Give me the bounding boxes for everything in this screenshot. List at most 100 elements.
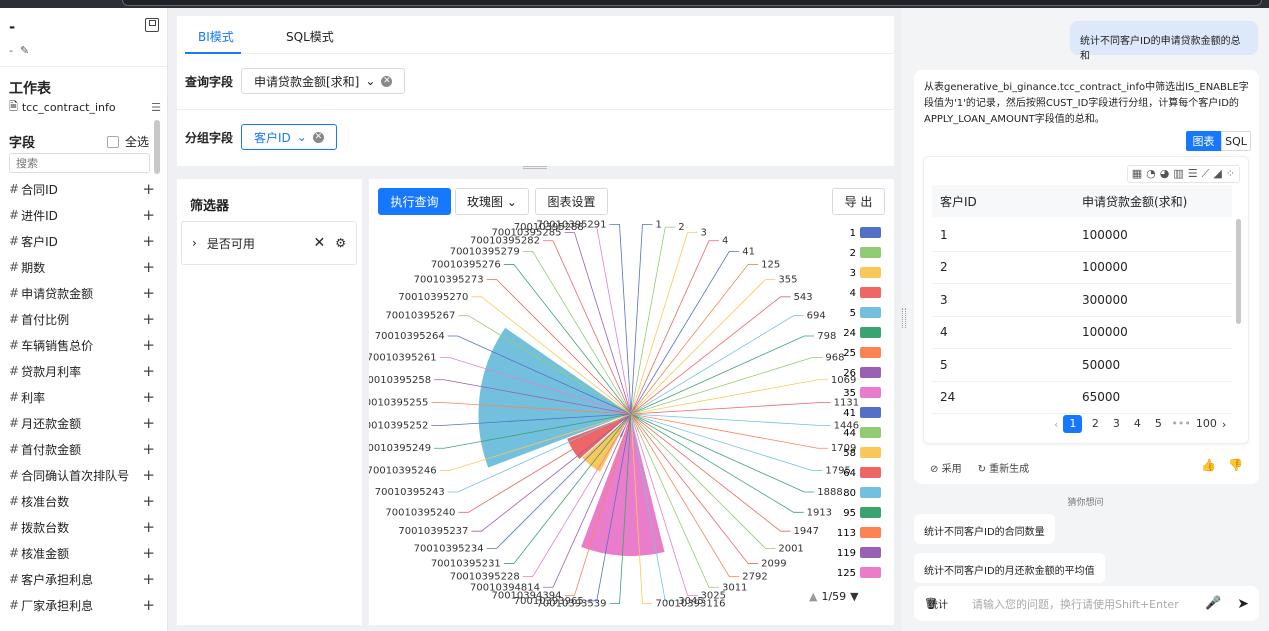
regenerate-button[interactable]: ↻ 重新生成 [978, 460, 1030, 475]
page-1[interactable]: 1 [1063, 415, 1083, 433]
legend-label[interactable]: 2 [850, 248, 856, 259]
next-page-icon[interactable]: › [1222, 418, 1226, 431]
suggestion-1[interactable]: 统计不同客户ID的合同数量 [914, 514, 1055, 544]
add-field-icon[interactable]: + [142, 258, 155, 276]
chat-input[interactable]: 请输入您的问题，换行请使用Shift+Enter [972, 596, 1179, 612]
field-search-input[interactable] [9, 153, 150, 173]
close-icon[interactable]: ✕ [314, 235, 326, 251]
field-item[interactable]: # 首付款金额 + [9, 436, 155, 462]
legend-label[interactable]: 44 [843, 428, 856, 439]
legend-swatch[interactable] [860, 367, 881, 378]
send-icon[interactable]: ➤ [1237, 596, 1249, 612]
add-field-icon[interactable]: + [142, 544, 155, 562]
legend-label[interactable]: 3 [850, 268, 856, 279]
legend-label[interactable]: 125 [837, 568, 856, 579]
table-scrollbar[interactable] [1236, 219, 1241, 324]
export-button[interactable]: 导 出 [832, 188, 885, 215]
page-5[interactable]: 5 [1150, 415, 1166, 433]
legend-swatch[interactable] [860, 387, 881, 398]
add-field-icon[interactable]: + [142, 492, 155, 510]
suggestion-2[interactable]: 统计不同客户ID的月还款金额的平均值 [914, 553, 1105, 583]
add-field-icon[interactable]: + [142, 180, 155, 198]
legend-label[interactable]: 24 [843, 328, 856, 339]
legend-label[interactable]: 5 [850, 308, 856, 319]
legend-swatch[interactable] [860, 427, 881, 438]
legend-swatch[interactable] [860, 287, 881, 298]
field-item[interactable]: # 利率 + [9, 384, 155, 410]
thumbs-down-icon[interactable]: 👎 [1228, 458, 1243, 472]
legend-label[interactable]: 26 [843, 368, 856, 379]
legend-label[interactable]: 25 [843, 348, 856, 359]
field-item[interactable]: # 首付比例 + [9, 306, 155, 332]
field-item[interactable]: # 客户ID + [9, 228, 155, 254]
page-2[interactable]: 2 [1087, 415, 1103, 433]
legend-swatch[interactable] [860, 307, 881, 318]
bar-icon[interactable]: ▥ [1173, 167, 1183, 181]
list-icon[interactable]: ☰ [151, 101, 161, 114]
view-sql-toggle[interactable]: SQL [1221, 131, 1251, 151]
add-field-icon[interactable]: + [142, 570, 155, 588]
add-field-icon[interactable]: + [142, 310, 155, 328]
add-field-icon[interactable]: + [142, 596, 155, 614]
add-field-icon[interactable]: + [142, 440, 155, 458]
field-item[interactable]: # 期数 + [9, 254, 155, 280]
donut-icon[interactable]: ◕ [1160, 167, 1170, 181]
legend-swatch[interactable] [860, 507, 881, 518]
field-item[interactable]: # 客户承担利息 + [9, 566, 155, 592]
edit-icon[interactable]: ✎ [16, 44, 29, 57]
field-item[interactable]: # 核准金额 + [9, 540, 155, 566]
legend-swatch[interactable] [860, 227, 881, 238]
chart-type-select[interactable]: 玫瑰图 ⌄ [455, 188, 529, 215]
area-icon[interactable]: ◢ [1213, 167, 1221, 181]
legend-swatch[interactable] [860, 567, 881, 578]
query-field-chip[interactable]: 申请贷款金额[求和] ⌄ ✕ [241, 68, 406, 94]
page-last[interactable]: 100 [1196, 415, 1217, 433]
add-field-icon[interactable]: + [142, 466, 155, 484]
select-all-label[interactable]: 全选 [125, 133, 149, 150]
legend-swatch[interactable] [860, 247, 881, 258]
legend-swatch[interactable] [860, 347, 881, 358]
add-field-icon[interactable]: + [142, 284, 155, 302]
hbar-icon[interactable]: ☰ [1188, 167, 1198, 181]
legend-swatch[interactable] [860, 407, 881, 418]
resize-handle[interactable] [523, 166, 547, 169]
page-4[interactable]: 4 [1129, 415, 1145, 433]
select-all-checkbox[interactable] [106, 135, 119, 148]
add-field-icon[interactable]: + [142, 388, 155, 406]
line-icon[interactable]: ⟋ [1202, 167, 1210, 181]
field-item[interactable]: # 合同确认首次排队号 + [9, 462, 155, 488]
page-ellipsis[interactable]: ••• [1171, 415, 1190, 433]
table-row[interactable]: 🗎 tcc_contract_info ☰ [9, 98, 161, 117]
sidebar-scrollbar[interactable] [154, 120, 160, 174]
add-field-icon[interactable]: + [142, 362, 155, 380]
chevron-down-icon[interactable]: ⌄ [297, 130, 307, 144]
tab-bi-mode[interactable]: BI模式 [198, 28, 234, 45]
close-icon[interactable]: ✕ [381, 75, 393, 87]
legend-label[interactable]: 80 [843, 488, 856, 499]
field-item[interactable]: # 合同ID + [9, 176, 155, 202]
legend-swatch[interactable] [860, 547, 881, 558]
field-item[interactable]: # 月还款金额 + [9, 410, 155, 436]
legend-next-icon[interactable]: ▼ [850, 590, 858, 603]
prev-page-icon[interactable]: ‹ [1054, 418, 1058, 431]
legend-label[interactable]: 64 [843, 468, 856, 479]
thumbs-up-icon[interactable]: 👍 [1201, 458, 1216, 472]
legend-swatch[interactable] [860, 267, 881, 278]
legend-prev-icon[interactable]: ▲ [809, 590, 817, 603]
save-icon[interactable] [145, 18, 159, 32]
field-item[interactable]: # 进件ID + [9, 202, 155, 228]
legend-swatch[interactable] [860, 487, 881, 498]
gear-icon[interactable]: ⚙ [335, 236, 346, 250]
field-item[interactable]: # 贷款月利率 + [9, 358, 155, 384]
legend-label[interactable]: 95 [843, 508, 856, 519]
panel-resize-handle[interactable] [902, 308, 906, 328]
field-item[interactable]: # 核准台数 + [9, 488, 155, 514]
adopt-button[interactable]: ⊘ 采用 [930, 460, 962, 475]
add-field-icon[interactable]: + [142, 518, 155, 536]
group-field-chip[interactable]: 客户ID ⌄ ✕ [241, 124, 337, 150]
pie-icon[interactable]: ◔ [1146, 167, 1156, 181]
page-3[interactable]: 3 [1108, 415, 1124, 433]
tab-sql-mode[interactable]: SQL模式 [286, 28, 334, 45]
field-item[interactable]: # 申请贷款金额 + [9, 280, 155, 306]
field-item[interactable]: # 厂家承担利息 + [9, 592, 155, 618]
